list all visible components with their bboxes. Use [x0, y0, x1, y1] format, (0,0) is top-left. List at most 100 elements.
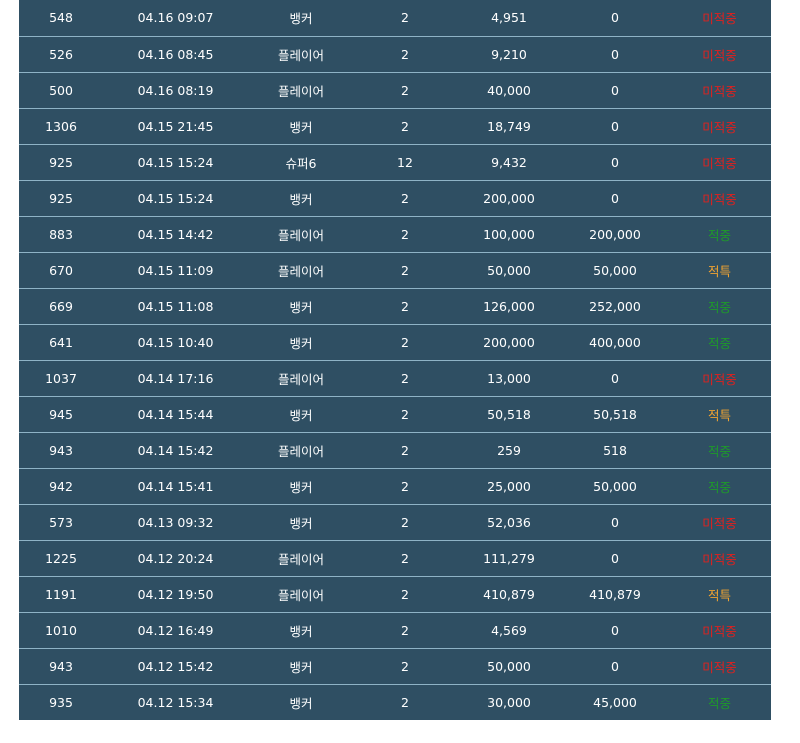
cell-game: 2 [354, 648, 456, 685]
cell-round-id: 669 [19, 288, 103, 325]
cell-bet-type: 플레이어 [248, 36, 354, 73]
cell-result-status: 적중 [668, 432, 771, 469]
cell-payout: 0 [562, 540, 668, 577]
cell-round-id: 573 [19, 504, 103, 541]
cell-payout: 410,879 [562, 576, 668, 613]
table-row: 942 04.14 15:41 뱅커 2 25,000 50,000 적중 [19, 468, 771, 505]
table-row: 526 04.16 08:45 플레이어 2 9,210 0 미적중 [19, 36, 771, 73]
cell-bet-type: 뱅커 [248, 468, 354, 505]
cell-time: 04.12 15:34 [137, 694, 214, 710]
table-row: 548 04.16 09:07 뱅커 2 4,951 0 미적중 [19, 0, 771, 37]
table-row: 573 04.13 09:32 뱅커 2 52,036 0 미적중 [19, 504, 771, 541]
cell-time: 04.14 17:16 [103, 360, 248, 397]
cell-round-id: 935 [49, 694, 73, 710]
cell-time: 04.12 16:49 [103, 612, 248, 649]
cell-payout: 50,000 [562, 468, 668, 505]
cell-result-status: 미적중 [668, 0, 771, 37]
cell-game: 2 [354, 504, 456, 541]
cell-result-status: 미적중 [668, 612, 771, 649]
cell-payout: 0 [562, 144, 668, 181]
cell-time: 04.13 09:32 [103, 504, 248, 541]
cell-bet-type: 뱅커 [248, 324, 354, 361]
cell-time: 04.15 15:24 [103, 144, 248, 181]
cell-result-status: 미적중 [668, 648, 771, 685]
cell-payout: 50,518 [562, 396, 668, 433]
cell-payout: 50,000 [562, 252, 668, 289]
cell-round-id: 1010 [19, 612, 103, 649]
cell-bet-type: 플레이어 [248, 360, 354, 397]
cell-bet-amount: 40,000 [456, 72, 562, 109]
cell-result-status: 적중 [707, 695, 731, 711]
cell-result-status: 미적중 [668, 504, 771, 541]
table-row: 943 04.12 15:42 뱅커 2 50,000 0 미적중 [19, 648, 771, 685]
cell-time: 04.15 11:08 [103, 288, 248, 325]
cell-time: 04.12 15:42 [103, 648, 248, 685]
cell-game: 2 [354, 576, 456, 613]
cell-payout: 0 [562, 612, 668, 649]
cell-game: 2 [354, 108, 456, 145]
cell-time: 04.14 15:44 [103, 396, 248, 433]
cell-game: 2 [354, 180, 456, 217]
cell-result-status: 적중 [668, 468, 771, 505]
cell-bet-amount: 30,000 [487, 694, 531, 710]
cell-bet-type: 플레이어 [248, 432, 354, 469]
cell-time: 04.15 14:42 [103, 216, 248, 253]
cell-time: 04.15 21:45 [103, 108, 248, 145]
cell-payout: 200,000 [562, 216, 668, 253]
cell-round-id: 548 [19, 0, 103, 37]
cell-bet-type: 플레이어 [248, 216, 354, 253]
cell-result-status: 미적중 [668, 108, 771, 145]
cell-round-id: 1225 [19, 540, 103, 577]
cell-time: 04.15 15:24 [103, 180, 248, 217]
cell-bet-amount: 9,210 [456, 36, 562, 73]
cell-bet-type: 뱅커 [248, 396, 354, 433]
cell-bet-type: 슈퍼6 [248, 144, 354, 181]
cell-bet-amount: 18,749 [456, 108, 562, 145]
bet-history-grid: 548 04.16 09:07 뱅커 2 4,951 0 미적중 526 04.16 08:45… [19, 0, 771, 720]
cell-bet-amount: 200,000 [456, 324, 562, 361]
cell-game: 2 [354, 72, 456, 109]
cell-result-status: 적중 [668, 288, 771, 325]
cell-bet-type: 뱅커 [248, 504, 354, 541]
cell-bet-type: 뱅커 [248, 648, 354, 685]
cell-game: 2 [354, 360, 456, 397]
cell-payout: 0 [562, 360, 668, 397]
table-row: 1010 04.12 16:49 뱅커 2 4,569 0 미적중 [19, 612, 771, 649]
cell-bet-type: 뱅커 [248, 108, 354, 145]
cell-bet-amount: 4,569 [456, 612, 562, 649]
cell-game: 2 [354, 468, 456, 505]
table-row: 925 04.15 15:24 슈퍼6 12 9,432 0 미적중 [19, 144, 771, 181]
cell-payout: 0 [562, 0, 668, 37]
cell-round-id: 942 [19, 468, 103, 505]
table-row: 943 04.14 15:42 플레이어 2 259 518 적중 [19, 432, 771, 469]
cell-bet-type: 뱅커 [248, 180, 354, 217]
cell-bet-type: 뱅커 [248, 612, 354, 649]
cell-bet-amount: 100,000 [456, 216, 562, 253]
cell-payout: 252,000 [562, 288, 668, 325]
cell-result-status: 미적중 [668, 360, 771, 397]
cell-bet-amount: 52,036 [456, 504, 562, 541]
cell-time: 04.12 20:24 [103, 540, 248, 577]
cell-result-status: 적특 [668, 252, 771, 289]
cell-bet-amount: 200,000 [456, 180, 562, 217]
cell-game: 2 [354, 216, 456, 253]
cell-bet-amount: 259 [456, 432, 562, 469]
cell-game: 2 [401, 694, 409, 710]
cell-result-status: 적중 [668, 324, 771, 361]
cell-bet-amount: 50,000 [456, 252, 562, 289]
cell-bet-amount: 25,000 [456, 468, 562, 505]
cell-round-id: 500 [19, 72, 103, 109]
cell-bet-type: 플레이어 [248, 252, 354, 289]
table-row: 500 04.16 08:19 플레이어 2 40,000 0 미적중 [19, 72, 771, 109]
cell-game: 2 [354, 252, 456, 289]
cell-result-status: 적특 [668, 396, 771, 433]
cell-bet-amount: 13,000 [456, 360, 562, 397]
cell-time: 04.14 15:41 [103, 468, 248, 505]
cell-game: 2 [354, 432, 456, 469]
table-row: 945 04.14 15:44 뱅커 2 50,518 50,518 적특 [19, 396, 771, 433]
cell-bet-amount: 50,518 [456, 396, 562, 433]
cell-time: 04.15 10:40 [103, 324, 248, 361]
cell-round-id: 945 [19, 396, 103, 433]
cell-time: 04.15 11:09 [103, 252, 248, 289]
cell-bet-type: 뱅커 [248, 0, 354, 37]
